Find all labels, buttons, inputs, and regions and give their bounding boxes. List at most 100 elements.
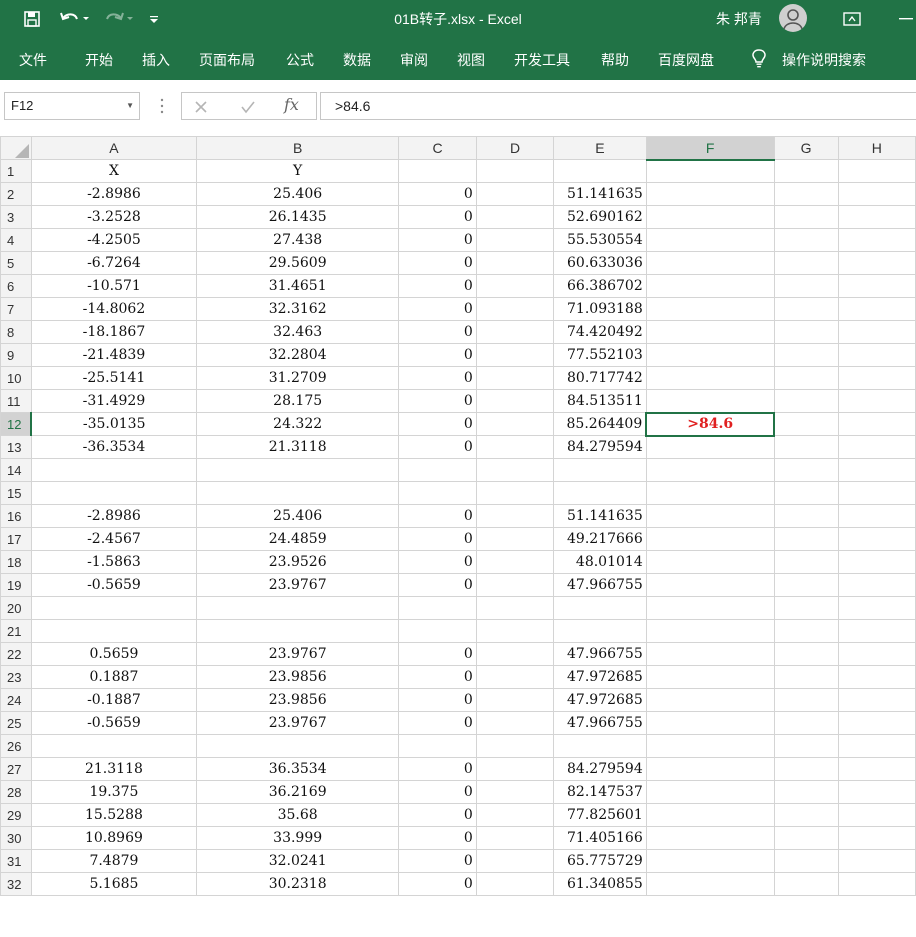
row-header[interactable]: 19 xyxy=(0,573,32,597)
cell[interactable] xyxy=(398,619,477,643)
cell[interactable] xyxy=(645,550,775,574)
tell-me-search[interactable]: 操作说明搜索 xyxy=(782,50,866,70)
cell[interactable] xyxy=(773,849,839,873)
cell[interactable]: 77.825601 xyxy=(553,803,647,827)
cell[interactable]: 65.775729 xyxy=(553,849,647,873)
cell[interactable] xyxy=(475,274,555,298)
cell[interactable] xyxy=(475,228,555,252)
cell[interactable] xyxy=(475,872,555,896)
cell[interactable] xyxy=(30,481,197,505)
insert-function-icon[interactable]: fx xyxy=(284,95,299,114)
cell[interactable] xyxy=(837,688,916,712)
cell[interactable] xyxy=(837,826,916,850)
cell[interactable] xyxy=(398,458,477,482)
cell[interactable]: 0 xyxy=(398,412,477,436)
cell[interactable]: -2.4567 xyxy=(30,527,197,551)
cell[interactable]: 0 xyxy=(398,251,477,275)
cell[interactable]: 32.0241 xyxy=(195,849,400,873)
cell[interactable]: 0 xyxy=(398,366,477,390)
cell[interactable] xyxy=(30,596,197,620)
cell[interactable] xyxy=(837,872,916,896)
cell[interactable] xyxy=(645,872,775,896)
cell[interactable]: 24.4859 xyxy=(195,527,400,551)
cell[interactable] xyxy=(553,481,647,505)
cell[interactable]: 80.717742 xyxy=(553,366,647,390)
cell[interactable]: 28.175 xyxy=(195,389,400,413)
cell[interactable] xyxy=(30,619,197,643)
cell[interactable]: Y xyxy=(195,159,400,183)
cell[interactable] xyxy=(837,596,916,620)
cell[interactable]: 47.966755 xyxy=(553,573,647,597)
cell[interactable]: 82.147537 xyxy=(553,780,647,804)
cell[interactable]: 25.406 xyxy=(195,182,400,206)
cell[interactable] xyxy=(837,573,916,597)
cell[interactable] xyxy=(645,182,775,206)
chevron-down-icon[interactable]: ▼ xyxy=(126,93,134,119)
cell[interactable] xyxy=(837,504,916,528)
cell[interactable] xyxy=(837,228,916,252)
cell[interactable] xyxy=(773,734,839,758)
cell[interactable] xyxy=(645,596,775,620)
cell[interactable] xyxy=(195,458,400,482)
row-header[interactable]: 18 xyxy=(0,550,32,574)
row-header[interactable]: 30 xyxy=(0,826,32,850)
cell[interactable] xyxy=(195,619,400,643)
row-header[interactable]: 4 xyxy=(0,228,32,252)
row-header[interactable]: 12 xyxy=(0,412,33,436)
cell[interactable] xyxy=(475,205,555,229)
row-header[interactable]: 7 xyxy=(0,297,32,321)
column-header-d[interactable]: D xyxy=(475,136,555,160)
cell[interactable]: 32.463 xyxy=(195,320,400,344)
cell[interactable] xyxy=(475,573,555,597)
cell[interactable]: 0 xyxy=(398,297,477,321)
cell[interactable] xyxy=(553,619,647,643)
cell[interactable]: -31.4929 xyxy=(30,389,197,413)
cell[interactable]: 0 xyxy=(398,642,477,666)
cell[interactable]: 32.2804 xyxy=(195,343,400,367)
cell[interactable]: 49.217666 xyxy=(553,527,647,551)
cell[interactable]: 84.279594 xyxy=(553,757,647,781)
cell[interactable] xyxy=(837,803,916,827)
cell[interactable]: -4.2505 xyxy=(30,228,197,252)
cell[interactable]: -21.4839 xyxy=(30,343,197,367)
row-header[interactable]: 21 xyxy=(0,619,32,643)
cell[interactable]: 52.690162 xyxy=(553,205,647,229)
cell[interactable]: 0 xyxy=(398,665,477,689)
cell[interactable] xyxy=(837,251,916,275)
cell[interactable] xyxy=(475,734,555,758)
cell[interactable]: -1.5863 xyxy=(30,550,197,574)
cell[interactable]: 7.4879 xyxy=(30,849,197,873)
tab-page-layout[interactable]: 页面布局 xyxy=(199,50,255,70)
cell[interactable]: -2.8986 xyxy=(30,504,197,528)
cell[interactable] xyxy=(475,550,555,574)
cell[interactable] xyxy=(773,504,839,528)
cell[interactable] xyxy=(645,343,775,367)
cell[interactable] xyxy=(837,849,916,873)
cell[interactable]: 15.5288 xyxy=(30,803,197,827)
lightbulb-icon[interactable] xyxy=(750,48,768,71)
cell[interactable] xyxy=(475,665,555,689)
cell[interactable] xyxy=(195,734,400,758)
cell[interactable] xyxy=(773,550,839,574)
cell[interactable]: 0 xyxy=(398,274,477,298)
cell[interactable] xyxy=(195,596,400,620)
row-header[interactable]: 17 xyxy=(0,527,32,551)
cell[interactable] xyxy=(553,734,647,758)
drag-handle-icon[interactable] xyxy=(160,96,164,116)
cell[interactable] xyxy=(837,274,916,298)
cell[interactable] xyxy=(837,734,916,758)
cell[interactable] xyxy=(773,642,839,666)
user-name[interactable]: 朱 邦青 xyxy=(716,9,762,29)
cell[interactable]: 84.513511 xyxy=(553,389,647,413)
cell[interactable] xyxy=(645,228,775,252)
cell[interactable] xyxy=(475,182,555,206)
cell[interactable]: 0.1887 xyxy=(30,665,197,689)
cell[interactable]: 71.405166 xyxy=(553,826,647,850)
cell[interactable] xyxy=(645,205,775,229)
cell[interactable]: 0 xyxy=(398,573,477,597)
enter-check-icon[interactable] xyxy=(240,99,256,118)
active-cell[interactable]: >84.6 xyxy=(645,411,776,437)
row-header[interactable]: 28 xyxy=(0,780,32,804)
cell[interactable]: -0.1887 xyxy=(30,688,197,712)
cell[interactable]: -0.5659 xyxy=(30,573,197,597)
